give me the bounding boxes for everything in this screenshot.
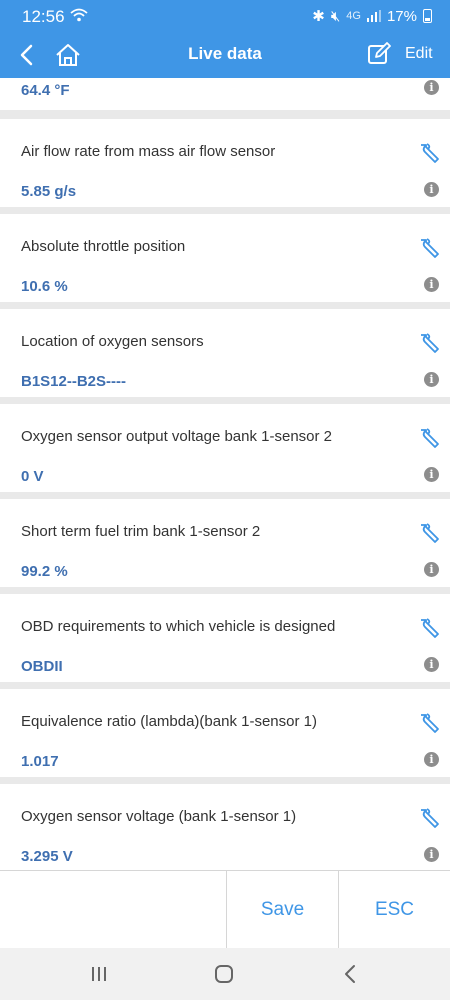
list-item: Oxygen sensor output voltage bank 1-sens…: [0, 404, 450, 492]
esc-button[interactable]: ESC: [338, 871, 450, 949]
item-value: 0 V: [21, 468, 44, 485]
wrench-icon[interactable]: [418, 332, 440, 354]
network-type: 4G: [346, 10, 361, 22]
home-button-icon[interactable]: [209, 961, 239, 987]
item-value: 10.6 %: [21, 278, 68, 295]
list-item: Oxygen sensor voltage (bank 1-sensor 1) …: [0, 784, 450, 870]
item-name: Oxygen sensor output voltage bank 1-sens…: [21, 428, 333, 445]
wrench-icon[interactable]: [418, 522, 440, 544]
list-item: Absolute throttle position 10.6 % i: [0, 214, 450, 302]
item-name: Oxygen sensor voltage (bank 1-sensor 1): [21, 808, 297, 825]
item-name: Absolute throttle position: [21, 238, 186, 255]
wrench-icon[interactable]: [418, 617, 440, 639]
item-value: 1.017: [21, 753, 59, 770]
item-value: 64.4 °F: [21, 82, 70, 99]
info-icon[interactable]: i: [424, 467, 439, 482]
wrench-icon[interactable]: [418, 142, 440, 164]
item-value: OBDII: [21, 658, 63, 675]
status-right: ✱ 🔇︎ 4G 17%: [312, 7, 432, 25]
info-icon[interactable]: i: [424, 372, 439, 387]
wifi-icon: [70, 8, 88, 22]
bottom-action-bar: Save ESC: [0, 870, 450, 949]
edit-button[interactable]: Edit: [405, 45, 433, 63]
save-button[interactable]: Save: [226, 871, 338, 949]
wrench-icon[interactable]: [418, 712, 440, 734]
list-item: Location of oxygen sensors B1S12--B2S---…: [0, 309, 450, 397]
list-item: Air flow rate from mass air flow sensor …: [0, 119, 450, 207]
info-icon[interactable]: i: [424, 657, 439, 672]
list-item: Short term fuel trim bank 1-sensor 2 99.…: [0, 499, 450, 587]
battery-icon: [423, 9, 432, 23]
item-value: 5.85 g/s: [21, 183, 77, 200]
info-icon[interactable]: i: [424, 80, 439, 95]
list-item: OBD requirements to which vehicle is des…: [0, 594, 450, 682]
bluetooth-icon: ✱: [312, 8, 325, 25]
status-time: 12:56: [22, 7, 65, 26]
info-icon[interactable]: i: [424, 277, 439, 292]
mute-icon: 🔇︎: [330, 7, 341, 25]
info-icon[interactable]: i: [424, 847, 439, 862]
back-button-icon[interactable]: [336, 961, 366, 987]
wrench-icon[interactable]: [418, 807, 440, 829]
edit-icon[interactable]: [366, 41, 392, 67]
item-value: 99.2 %: [21, 563, 68, 580]
recent-apps-icon[interactable]: [84, 961, 114, 987]
item-value: 3.295 V: [21, 848, 73, 865]
live-data-list[interactable]: 64.4 °F i Air flow rate from mass air fl…: [0, 78, 450, 870]
wrench-icon[interactable]: [418, 237, 440, 259]
battery-percent: 17%: [386, 7, 417, 25]
item-name: Air flow rate from mass air flow sensor: [21, 143, 276, 160]
item-name: Short term fuel trim bank 1-sensor 2: [21, 523, 261, 540]
info-icon[interactable]: i: [424, 182, 439, 197]
status-bar: 12:56 ✱ 🔇︎ 4G 17%: [0, 0, 450, 32]
item-value: B1S12--B2S----: [21, 373, 127, 390]
info-icon[interactable]: i: [424, 752, 439, 767]
partial-list-item: 64.4 °F i: [0, 78, 450, 110]
signal-icon: [366, 10, 381, 22]
item-name: Location of oxygen sensors: [21, 333, 204, 350]
list-item: Equivalence ratio (lambda)(bank 1-sensor…: [0, 689, 450, 777]
item-name: OBD requirements to which vehicle is des…: [21, 618, 336, 635]
item-name: Equivalence ratio (lambda)(bank 1-sensor…: [21, 713, 317, 730]
app-bar: Live data Edit: [0, 32, 450, 78]
system-nav-bar: [0, 948, 450, 1000]
wrench-icon[interactable]: [418, 427, 440, 449]
info-icon[interactable]: i: [424, 562, 439, 577]
